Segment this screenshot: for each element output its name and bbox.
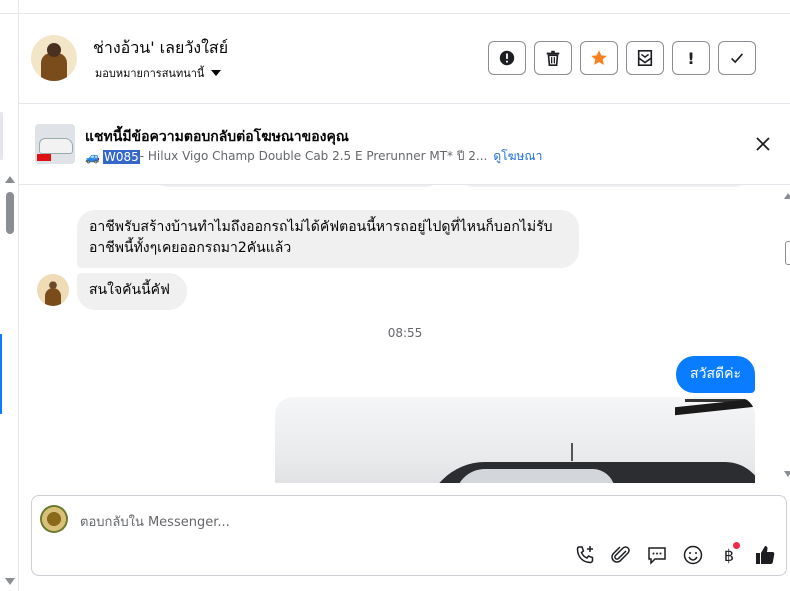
ad-banner-subtitle: 🚙 W085 - Hilux Vigo Champ Double Cab 2.5…	[85, 147, 542, 166]
ad-thumbnail[interactable]	[35, 124, 75, 164]
trash-icon	[546, 50, 560, 67]
scroll-down-arrow[interactable]	[784, 471, 790, 477]
thumbs-up-icon[interactable]	[754, 544, 776, 566]
paperclip-icon[interactable]	[610, 544, 632, 566]
reply-input[interactable]: ตอบกลับใน Messenger...	[80, 511, 230, 532]
header-actions: !	[488, 41, 756, 75]
star-button[interactable]	[580, 41, 618, 75]
shared-photo[interactable]	[275, 397, 755, 483]
incoming-message[interactable]: อาชีพรับสร้างบ้านทำไมถึงออกรถไม่ได้คัฟตอ…	[77, 210, 579, 268]
star-icon	[591, 50, 607, 65]
baht-symbol: ฿	[723, 545, 735, 565]
contact-name[interactable]: ช่างอ้วน' เลยวังใสย์	[93, 36, 228, 61]
follow-up-button[interactable]: !	[672, 41, 710, 75]
alert-circle-icon	[499, 50, 515, 66]
chevron-down-icon	[211, 70, 222, 76]
exclamation-icon: !	[687, 48, 695, 68]
message-thread: อาชีพรับสร้างบ้านทำไมถึงออกรถไม่ได้คัฟตอ…	[19, 185, 790, 483]
view-ad-link[interactable]: ดูโฆษณา	[493, 147, 542, 166]
left-rail	[0, 0, 19, 591]
mail-icon	[637, 49, 653, 67]
sender-avatar	[37, 274, 69, 306]
scroll-up-arrow[interactable]	[5, 176, 15, 183]
assign-conversation-dropdown[interactable]: มอบหมายการสนทนานี้	[95, 64, 222, 82]
call-add-icon[interactable]	[574, 544, 596, 566]
message-bubble-partial	[459, 185, 749, 187]
conversation-header: ช่างอ้วน' เลยวังใสย์ มอบหมายการสนทนานี้ …	[19, 14, 790, 104]
rail-active-indicator	[0, 334, 2, 414]
ad-banner-title: แชทนี้มีข้อความตอบกลับต่อโฆษณาของคุณ	[85, 129, 349, 145]
scroll-down-arrow[interactable]	[5, 578, 15, 585]
page-avatar	[40, 505, 68, 533]
message-timestamp: 08:55	[387, 326, 423, 340]
check-icon	[731, 53, 744, 64]
close-icon[interactable]	[755, 136, 771, 152]
composer-tools: ฿	[574, 541, 776, 566]
outgoing-message[interactable]: สวัสดีค่ะ	[676, 356, 755, 393]
scrollbar-thumb[interactable]	[6, 192, 14, 234]
assign-label: มอบหมายการสนทนานี้	[95, 67, 205, 80]
mark-unread-button[interactable]	[626, 41, 664, 75]
delete-button[interactable]	[534, 41, 572, 75]
scroll-up-arrow[interactable]	[784, 193, 790, 199]
smiley-icon[interactable]	[682, 544, 704, 566]
notification-dot	[733, 541, 740, 549]
message-bubble-partial	[154, 185, 440, 187]
rail-tab[interactable]	[0, 112, 3, 160]
ad-reply-banner: แชทนี้มีข้อความตอบกลับต่อโฆษณาของคุณ 🚙 W…	[19, 104, 790, 185]
car-emoji: 🚙	[85, 149, 100, 164]
mark-spam-button[interactable]	[488, 41, 526, 75]
incoming-message[interactable]: สนใจคันนี้คัฟ	[77, 273, 187, 310]
contact-avatar[interactable]	[31, 35, 77, 81]
message-composer[interactable]: ตอบกลับใน Messenger... ฿	[31, 495, 787, 576]
chat-bubble-icon[interactable]	[646, 544, 668, 566]
mark-done-button[interactable]	[718, 41, 756, 75]
ad-description: - Hilux Vigo Champ Double Cab 2.5 E Prer…	[139, 149, 488, 163]
ad-code: W085	[102, 149, 140, 164]
thread-scrollbar[interactable]	[784, 185, 790, 483]
baht-icon[interactable]: ฿	[718, 541, 740, 565]
scrollbar-thumb[interactable]	[785, 241, 790, 265]
